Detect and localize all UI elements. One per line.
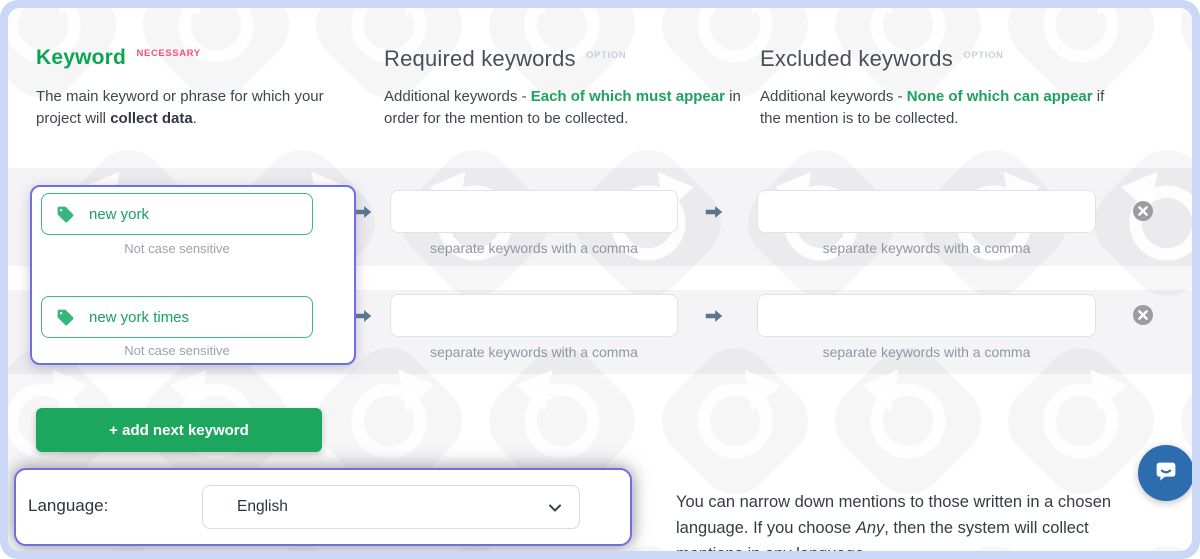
keyword-input-2[interactable] [41,296,313,338]
required-keywords-input-2[interactable] [390,294,678,337]
excluded-desc-highlight: None of which can appear [907,88,1093,105]
keyword-field-1[interactable] [87,205,291,224]
close-icon [1132,210,1154,225]
required-column-header: Required keywords OPTION [384,46,626,72]
keyword-desc-bold: collect data [110,110,193,127]
language-help-text: You can narrow down mentions to those wr… [676,489,1160,551]
tag-icon [56,308,75,327]
chat-launcher-button[interactable] [1138,445,1192,501]
window-frame: Keyword NECESSARY The main keyword or ph… [0,0,1200,559]
arrow-right-icon [703,201,725,223]
case-note-1: Not case sensitive [41,241,313,256]
required-description: Additional keywords - Each of which must… [384,86,742,130]
required-option-badge: OPTION [586,50,626,61]
comma-hint-excluded-1: separate keywords with a comma [757,240,1096,256]
language-section: Language: English [14,468,632,546]
chevron-down-icon [547,500,563,521]
comma-hint-excluded-2: separate keywords with a comma [757,344,1096,360]
excluded-description: Additional keywords - None of which can … [760,86,1112,130]
help-text-italic: Any [856,519,884,537]
required-desc-text: Additional keywords - [384,88,531,105]
keyword-field-2[interactable] [87,308,291,327]
excluded-option-badge: OPTION [963,50,1003,61]
excluded-title: Excluded keywords [760,46,953,71]
language-selected-value: English [237,498,288,516]
keyword-column-header: Keyword NECESSARY [36,46,201,70]
excluded-column-header: Excluded keywords OPTION [760,46,1003,72]
arrow-right-icon [703,305,725,327]
keyword-title: Keyword [36,46,126,69]
remove-keyword-row-2-button[interactable] [1132,304,1154,326]
chat-bubble-icon [1151,456,1181,491]
required-desc-highlight: Each of which must appear [531,88,725,105]
tag-icon [56,205,75,224]
content-area: Keyword NECESSARY The main keyword or ph… [8,8,1192,551]
comma-hint-required-2: separate keywords with a comma [390,344,678,360]
required-title: Required keywords [384,46,576,71]
brand-watermark-icon [1159,8,1192,120]
keyword-desc-end: . [193,110,197,127]
language-select[interactable]: English [202,485,580,529]
excluded-keywords-input-1[interactable] [757,190,1096,233]
excluded-keywords-input-2[interactable] [757,294,1096,337]
case-note-2: Not case sensitive [41,343,313,358]
keyword-group: Not case sensitive Not case sensitive [30,185,356,365]
add-next-keyword-button[interactable]: + add next keyword [36,408,322,452]
excluded-desc-text: Additional keywords - [760,88,907,105]
keyword-description: The main keyword or phrase for which you… [36,86,338,130]
required-keywords-input-1[interactable] [390,190,678,233]
keyword-input-1[interactable] [41,193,313,235]
comma-hint-required-1: separate keywords with a comma [390,240,678,256]
remove-keyword-row-1-button[interactable] [1132,200,1154,222]
language-label: Language: [28,496,108,516]
necessary-badge: NECESSARY [137,48,201,59]
close-icon [1132,314,1154,329]
